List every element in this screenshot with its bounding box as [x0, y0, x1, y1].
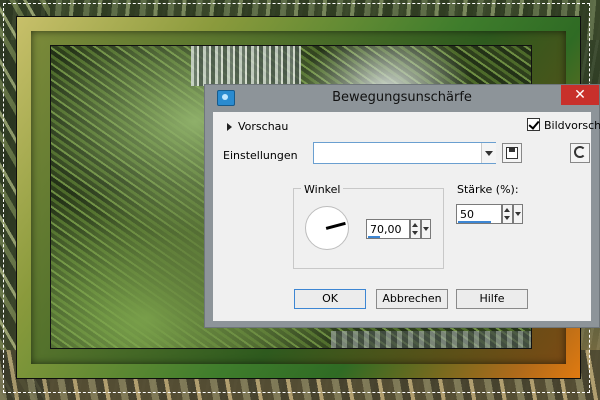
angle-needle	[325, 221, 346, 230]
strength-slider-dropdown[interactable]	[513, 204, 523, 224]
preview-toggle[interactable]: Vorschau	[227, 120, 288, 133]
preview-label: Vorschau	[238, 120, 289, 133]
image-preview-label[interactable]: Bildvorschau	[544, 119, 600, 132]
dialog-titlebar[interactable]: Bewegungsunschärfe ✕	[205, 85, 599, 112]
expand-arrow-icon	[227, 123, 232, 131]
ok-button[interactable]: OK	[294, 289, 366, 309]
strength-slider-bar[interactable]	[458, 221, 491, 223]
cancel-button[interactable]: Abbrechen	[376, 289, 448, 309]
motion-blur-dialog: Bewegungsunschärfe ✕ Vorschau Bildvorsch…	[204, 84, 600, 328]
help-button[interactable]: Hilfe	[456, 289, 528, 309]
angle-dial[interactable]	[305, 206, 349, 250]
dialog-body: Vorschau Bildvorschau Einstellungen Wink…	[213, 112, 600, 321]
chevron-down-icon	[423, 227, 429, 231]
angle-slider-dropdown[interactable]	[421, 219, 431, 239]
angle-group-label: Winkel	[301, 183, 344, 196]
image-preview-checkbox[interactable]	[527, 118, 540, 131]
settings-combobox[interactable]	[313, 142, 496, 164]
spin-up-icon	[504, 208, 510, 212]
close-button[interactable]: ✕	[561, 85, 599, 105]
angle-spinner[interactable]	[410, 219, 421, 239]
strength-spinner[interactable]	[502, 204, 513, 224]
angle-slider-bar[interactable]	[368, 236, 380, 238]
settings-label: Einstellungen	[223, 149, 298, 162]
spin-up-icon	[412, 223, 418, 227]
chevron-down-icon[interactable]	[481, 143, 496, 163]
reset-button[interactable]	[570, 143, 590, 163]
reset-icon	[574, 146, 586, 158]
spin-down-icon	[412, 231, 418, 235]
spin-down-icon	[504, 216, 510, 220]
strength-label: Stärke (%):	[457, 183, 519, 196]
save-preset-button[interactable]	[502, 143, 522, 163]
dialog-title: Bewegungsunschärfe	[332, 90, 472, 105]
chevron-down-icon	[515, 212, 521, 216]
save-icon	[506, 147, 518, 159]
